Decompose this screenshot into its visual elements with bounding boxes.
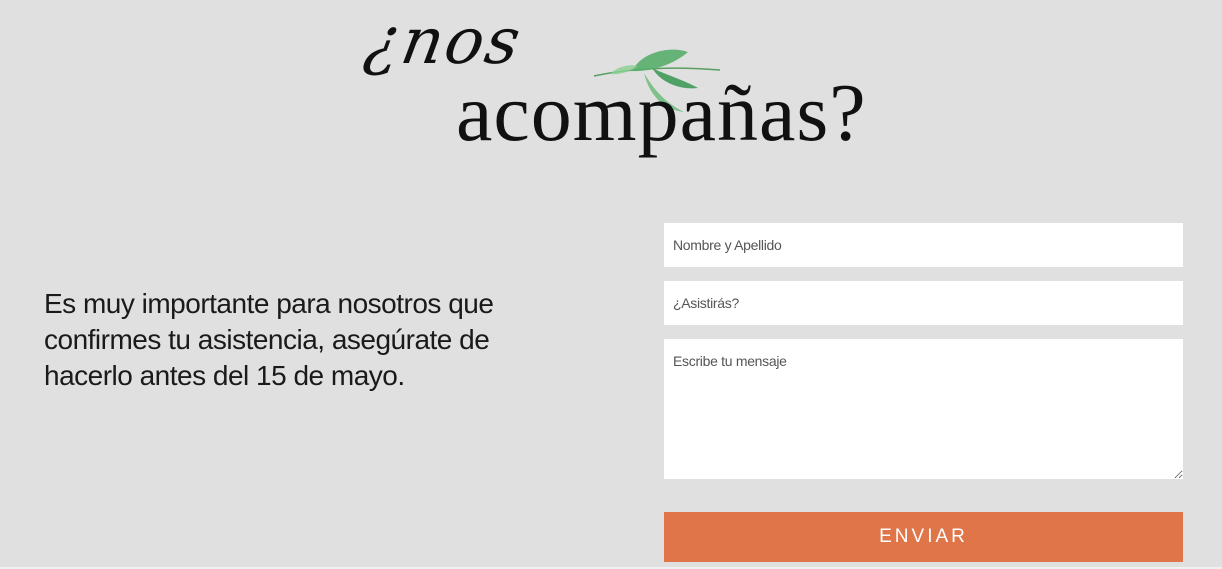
intro-text: Es muy importante para nosotros que conf… (44, 288, 494, 391)
send-button[interactable]: ENVIAR (664, 512, 1183, 562)
name-input[interactable] (664, 223, 1183, 267)
heading-title-text: acompañas? (456, 67, 867, 158)
message-textarea[interactable] (664, 339, 1183, 479)
rsvp-form: ENVIAR (664, 223, 1183, 562)
heading-script-text: ¿nos (359, 5, 528, 79)
rsvp-heading: ¿nos acompañas? (359, 0, 880, 175)
attendance-input[interactable] (664, 281, 1183, 325)
